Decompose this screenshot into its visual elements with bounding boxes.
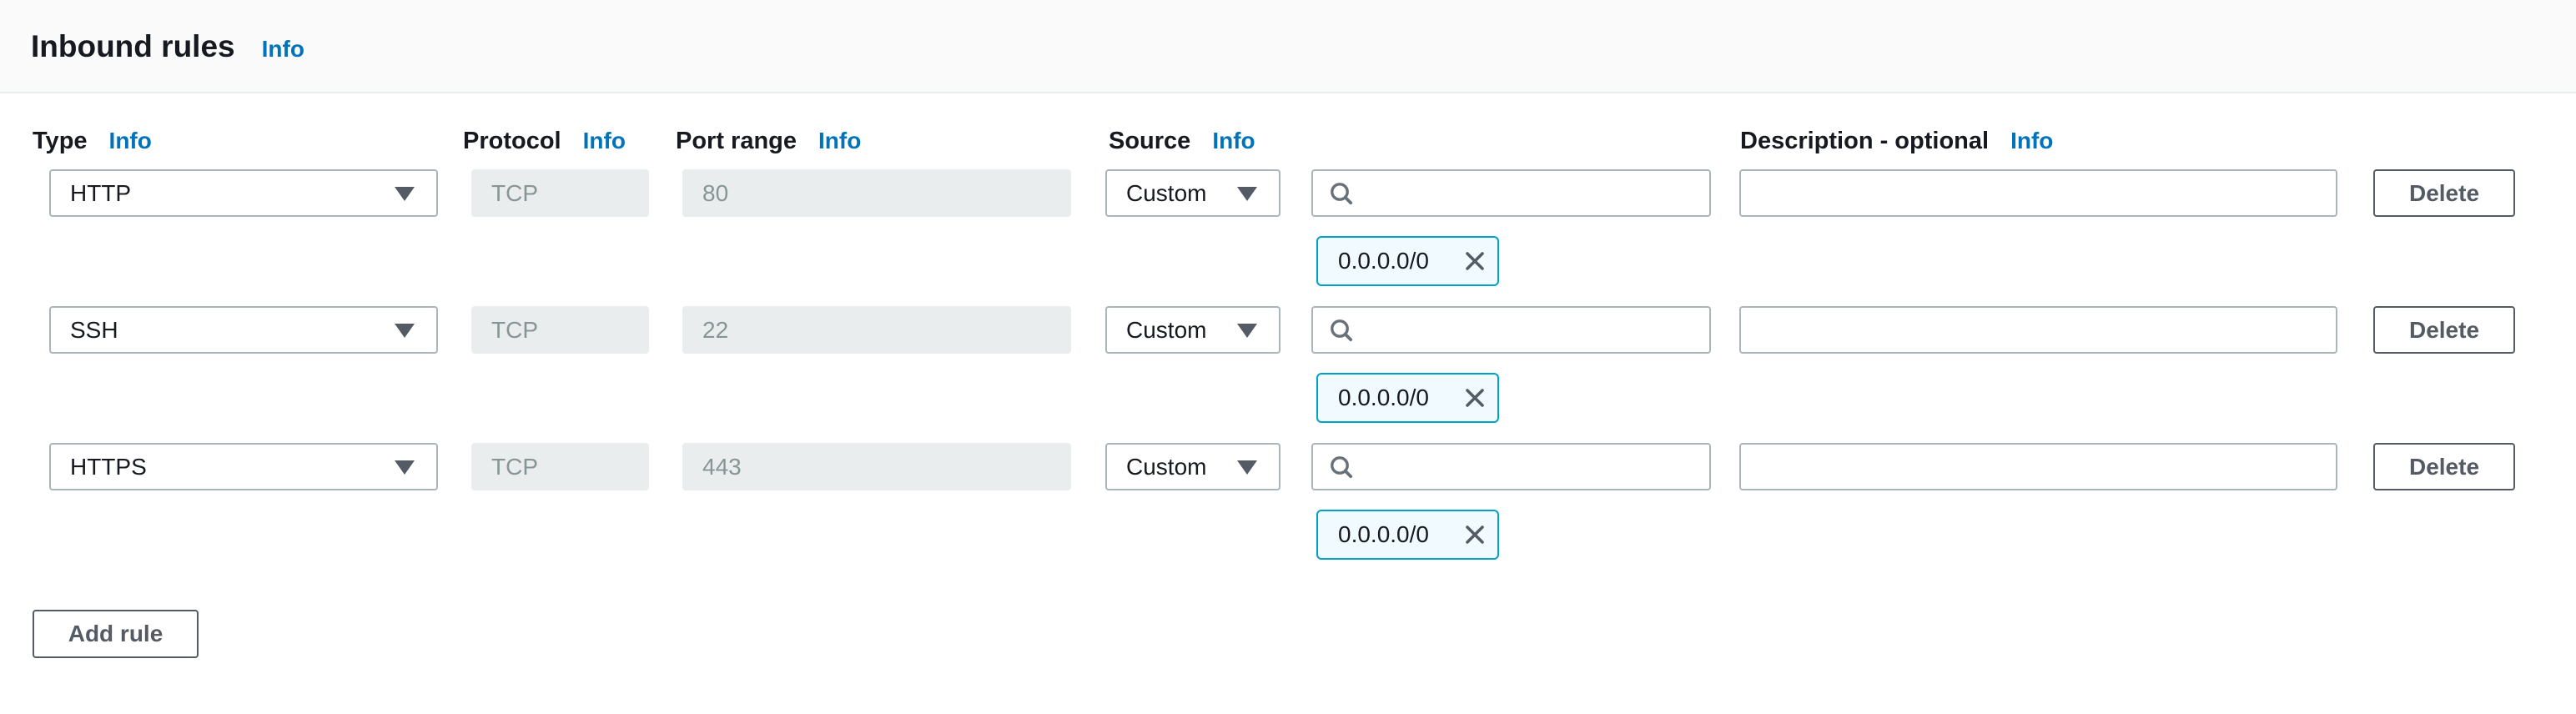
source-select-value: Custom — [1126, 317, 1206, 344]
port-range-value: 443 — [702, 454, 742, 480]
protocol-value: TCP — [491, 180, 538, 207]
port-range-field: 443 — [682, 443, 1071, 490]
remove-source-button[interactable] — [1462, 249, 1487, 274]
source-tag: 0.0.0.0/0 — [1316, 236, 1499, 286]
protocol-info-link[interactable]: Info — [583, 128, 626, 154]
protocol-label: Protocol — [463, 128, 561, 155]
panel-header: Inbound rules Info — [0, 0, 2576, 93]
caret-down-icon — [1237, 187, 1257, 201]
type-select[interactable]: HTTP — [49, 169, 438, 217]
source-tag-value: 0.0.0.0/0 — [1338, 248, 1462, 274]
type-select-value: SSH — [70, 317, 118, 344]
type-label: Type — [33, 128, 88, 155]
title-info-link[interactable]: Info — [262, 36, 304, 63]
caret-down-icon — [1237, 460, 1257, 475]
type-select[interactable]: SSH — [49, 306, 438, 354]
delete-button[interactable]: Delete — [2373, 306, 2515, 354]
caret-down-icon — [395, 460, 415, 475]
search-icon — [1328, 180, 1355, 207]
search-icon — [1328, 454, 1355, 480]
source-select[interactable]: Custom — [1105, 306, 1280, 354]
delete-button[interactable]: Delete — [2373, 443, 2515, 490]
description-label: Description - optional — [1740, 128, 1989, 155]
source-info-link[interactable]: Info — [1212, 128, 1255, 154]
description-info-link[interactable]: Info — [2010, 128, 2053, 154]
remove-source-button[interactable] — [1462, 385, 1487, 410]
search-icon — [1328, 317, 1355, 344]
port-range-value: 80 — [702, 180, 728, 207]
type-info-link[interactable]: Info — [109, 128, 152, 154]
caret-down-icon — [1237, 324, 1257, 338]
column-label-type: Type Info — [33, 125, 152, 157]
protocol-value: TCP — [491, 317, 538, 344]
source-tag: 0.0.0.0/0 — [1316, 373, 1499, 423]
port-range-value: 22 — [702, 317, 728, 344]
description-input[interactable] — [1739, 443, 2337, 490]
protocol-value: TCP — [491, 454, 538, 480]
type-select-value: HTTP — [70, 180, 131, 207]
column-label-protocol: Protocol Info — [463, 125, 626, 157]
delete-button[interactable]: Delete — [2373, 169, 2515, 217]
caret-down-icon — [395, 187, 415, 201]
source-select-value: Custom — [1126, 180, 1206, 207]
close-icon — [1462, 249, 1487, 274]
port-range-field: 80 — [682, 169, 1071, 217]
protocol-field: TCP — [471, 306, 649, 354]
protocol-field: TCP — [471, 169, 649, 217]
column-label-source: Source Info — [1109, 125, 1255, 157]
source-search-field[interactable] — [1366, 170, 1709, 216]
source-tag-value: 0.0.0.0/0 — [1338, 521, 1462, 548]
page-title: Inbound rules — [31, 0, 235, 93]
source-search-input[interactable] — [1311, 306, 1711, 354]
description-input[interactable] — [1739, 169, 2337, 217]
source-tag-value: 0.0.0.0/0 — [1338, 385, 1462, 411]
source-select[interactable]: Custom — [1105, 169, 1280, 217]
caret-down-icon — [395, 324, 415, 338]
type-select[interactable]: HTTPS — [49, 443, 438, 490]
source-search-field[interactable] — [1366, 444, 1709, 490]
source-select-value: Custom — [1126, 454, 1206, 480]
remove-source-button[interactable] — [1462, 522, 1487, 547]
port-range-field: 22 — [682, 306, 1071, 354]
type-select-value: HTTPS — [70, 454, 147, 480]
source-select[interactable]: Custom — [1105, 443, 1280, 490]
close-icon — [1462, 385, 1487, 410]
description-input[interactable] — [1739, 306, 2337, 354]
source-label: Source — [1109, 128, 1190, 155]
column-label-port-range: Port range Info — [676, 125, 861, 157]
port-range-label: Port range — [676, 128, 797, 155]
source-search-field[interactable] — [1366, 307, 1709, 353]
inbound-rules-panel: Inbound rules Info Type Info Protocol In… — [0, 0, 2576, 714]
port-range-info-link[interactable]: Info — [818, 128, 861, 154]
close-icon — [1462, 522, 1487, 547]
column-label-description: Description - optional Info — [1740, 125, 2053, 157]
protocol-field: TCP — [471, 443, 649, 490]
source-search-input[interactable] — [1311, 443, 1711, 490]
add-rule-button[interactable]: Add rule — [33, 610, 199, 658]
source-tag: 0.0.0.0/0 — [1316, 510, 1499, 560]
source-search-input[interactable] — [1311, 169, 1711, 217]
